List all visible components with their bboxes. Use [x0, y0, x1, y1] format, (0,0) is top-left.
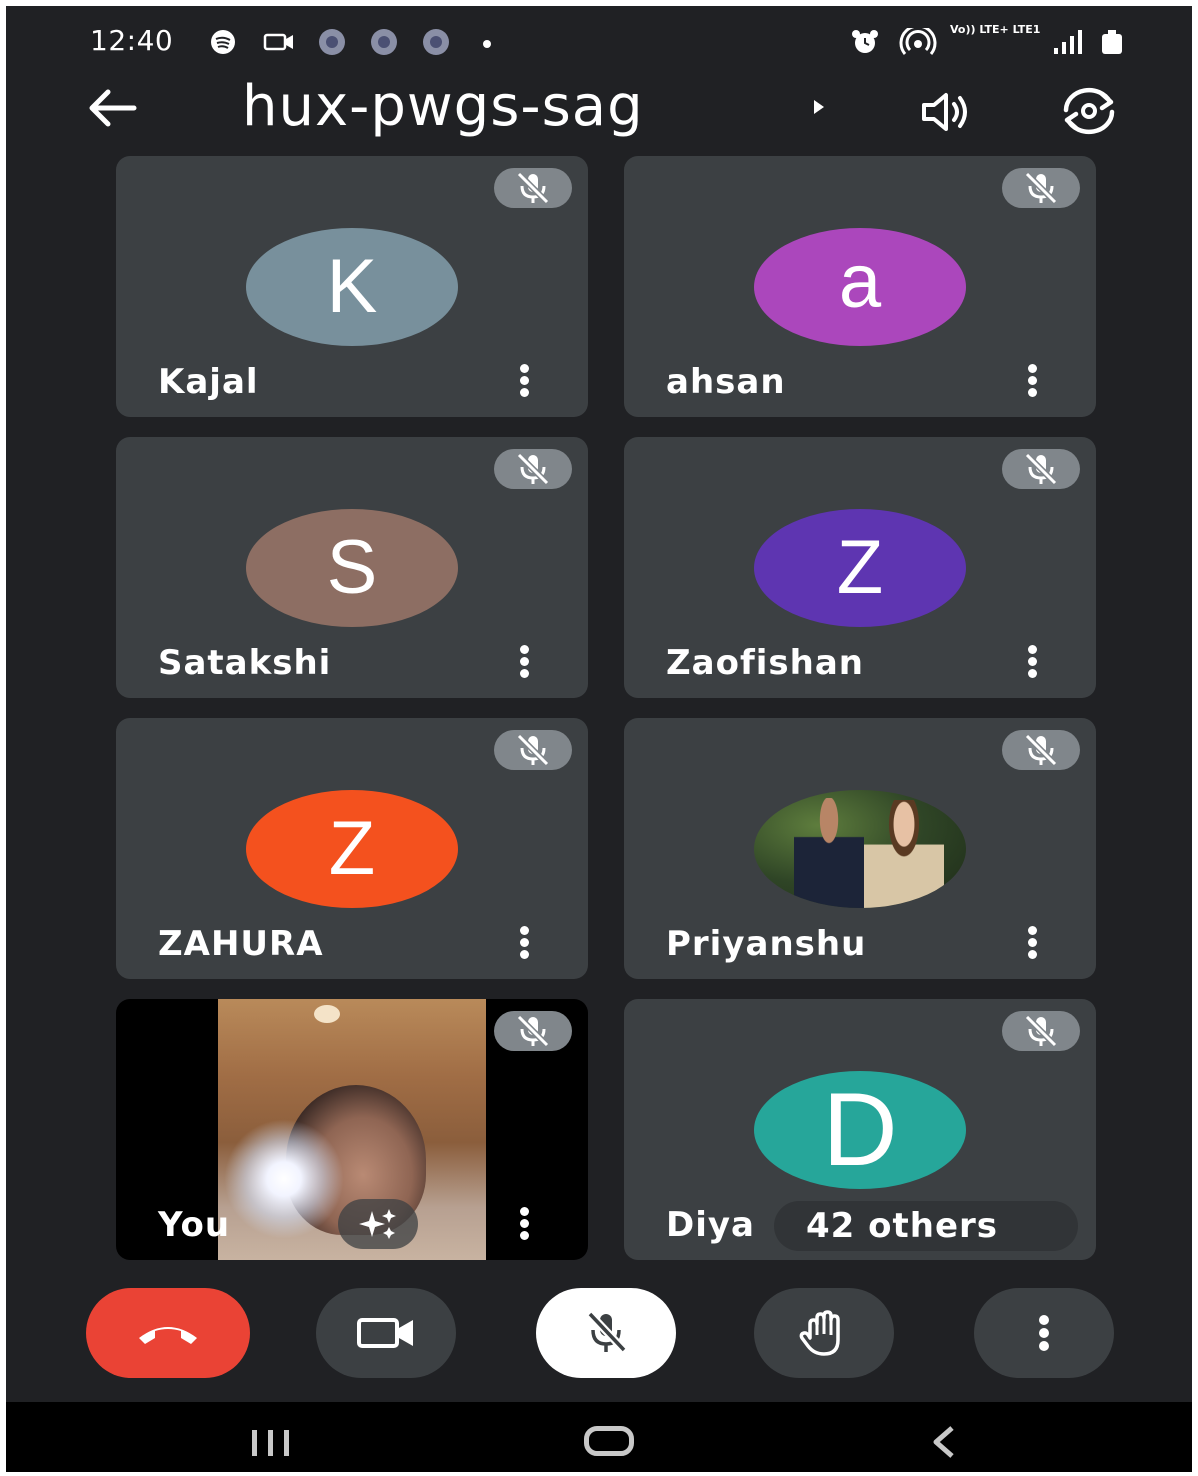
participant-name: ZAHURA [158, 924, 324, 964]
hang-up-icon [139, 1327, 197, 1344]
meet-call-screen: 12:40 Vo)) LTE+ LTE1 hux-pwgs-sag K Kaja… [6, 6, 1192, 1472]
participant-avatar: S [246, 509, 458, 627]
participant-avatar: a [754, 228, 966, 346]
muted-mic-badge [1002, 168, 1080, 208]
camera-toggle-button[interactable] [316, 1288, 456, 1378]
raise-hand-icon [799, 1310, 840, 1356]
hotspot-icon [899, 28, 937, 55]
muted-mic-badge [494, 449, 572, 489]
microphone-toggle-button[interactable] [536, 1288, 676, 1378]
mic-off-icon [516, 1014, 550, 1048]
participant-menu-icon[interactable] [514, 362, 534, 398]
mic-off-icon [516, 733, 550, 767]
video-camera-icon [357, 1318, 413, 1348]
meeting-code-title[interactable]: hux-pwgs-sag [242, 74, 644, 139]
participant-menu-icon[interactable] [1022, 924, 1042, 960]
participant-name: Satakshi [158, 643, 332, 683]
participant-profile-photo [754, 790, 966, 908]
participant-tile[interactable]: Z Zaofishan [624, 437, 1096, 698]
participant-name: You [158, 1205, 231, 1245]
mic-off-icon [516, 452, 550, 486]
participant-name: Zaofishan [666, 643, 864, 683]
system-navigation-bar [6, 1402, 1192, 1472]
muted-mic-badge [494, 730, 572, 770]
status-time: 12:40 [90, 24, 174, 57]
effects-button[interactable] [338, 1199, 418, 1249]
raise-hand-button[interactable] [754, 1288, 894, 1378]
more-options-button[interactable] [974, 1288, 1114, 1378]
participant-name: Priyanshu [666, 924, 867, 964]
others-count-button[interactable]: 42 others [774, 1201, 1078, 1251]
muted-mic-badge [1002, 449, 1080, 489]
app-notification-icon [371, 29, 397, 55]
muted-mic-badge [1002, 730, 1080, 770]
participant-tile[interactable]: D Diya 42 others [624, 999, 1096, 1260]
photo-person [864, 800, 944, 908]
mic-off-icon [516, 171, 550, 205]
signal-strength-icon [1054, 30, 1082, 54]
mic-off-icon [587, 1311, 627, 1353]
mic-off-icon [1024, 452, 1058, 486]
mic-off-icon [1024, 733, 1058, 767]
home-icon[interactable] [584, 1426, 634, 1456]
participant-menu-icon[interactable] [514, 1205, 534, 1241]
video-status-icon [263, 33, 293, 51]
participant-menu-icon[interactable] [1022, 643, 1042, 679]
participant-name: ahsan [666, 362, 786, 402]
muted-mic-badge [494, 1011, 572, 1051]
participant-avatar: D [754, 1071, 966, 1189]
participant-menu-icon[interactable] [514, 643, 534, 679]
status-bar: 12:40 Vo)) LTE+ LTE1 [6, 6, 1192, 78]
app-notification-icon [423, 29, 449, 55]
back-arrow-icon[interactable] [86, 88, 138, 128]
spotify-icon [211, 30, 235, 54]
end-call-button[interactable] [86, 1288, 250, 1378]
participant-menu-icon[interactable] [1022, 362, 1042, 398]
app-notification-icon [319, 29, 345, 55]
sparkle-effects-icon [359, 1209, 396, 1239]
participant-avatar: K [246, 228, 458, 346]
participant-tile[interactable]: a ahsan [624, 156, 1096, 417]
flip-camera-icon[interactable] [1056, 86, 1122, 136]
self-view-tile[interactable]: You [116, 999, 588, 1260]
network-type-label: Vo)) LTE+ LTE1 [950, 23, 1041, 36]
participant-menu-icon[interactable] [514, 924, 534, 960]
participant-tile[interactable]: Priyanshu [624, 718, 1096, 979]
meeting-details-arrow-icon[interactable] [812, 98, 826, 116]
participant-tile[interactable]: Z ZAHURA [116, 718, 588, 979]
recent-apps-icon[interactable] [246, 1428, 298, 1458]
participant-name: Kajal [158, 362, 259, 402]
muted-mic-badge [1002, 1011, 1080, 1051]
participant-avatar: Z [246, 790, 458, 908]
more-notifications-dot-icon [483, 40, 491, 48]
participant-avatar: Z [754, 509, 966, 627]
battery-icon [1102, 30, 1122, 54]
mic-off-icon [1024, 171, 1058, 205]
system-back-icon[interactable] [926, 1424, 962, 1460]
video-glare [224, 1119, 344, 1239]
photo-person [794, 798, 864, 908]
muted-mic-badge [494, 168, 572, 208]
more-vertical-icon [1039, 1315, 1049, 1351]
alarm-icon [852, 30, 878, 53]
mic-off-icon [1024, 1014, 1058, 1048]
video-background-lamp [314, 1005, 340, 1023]
participant-name: Diya [666, 1205, 755, 1245]
participant-tile[interactable]: K Kajal [116, 156, 588, 417]
participant-tile[interactable]: S Satakshi [116, 437, 588, 698]
speaker-icon[interactable] [918, 90, 974, 134]
